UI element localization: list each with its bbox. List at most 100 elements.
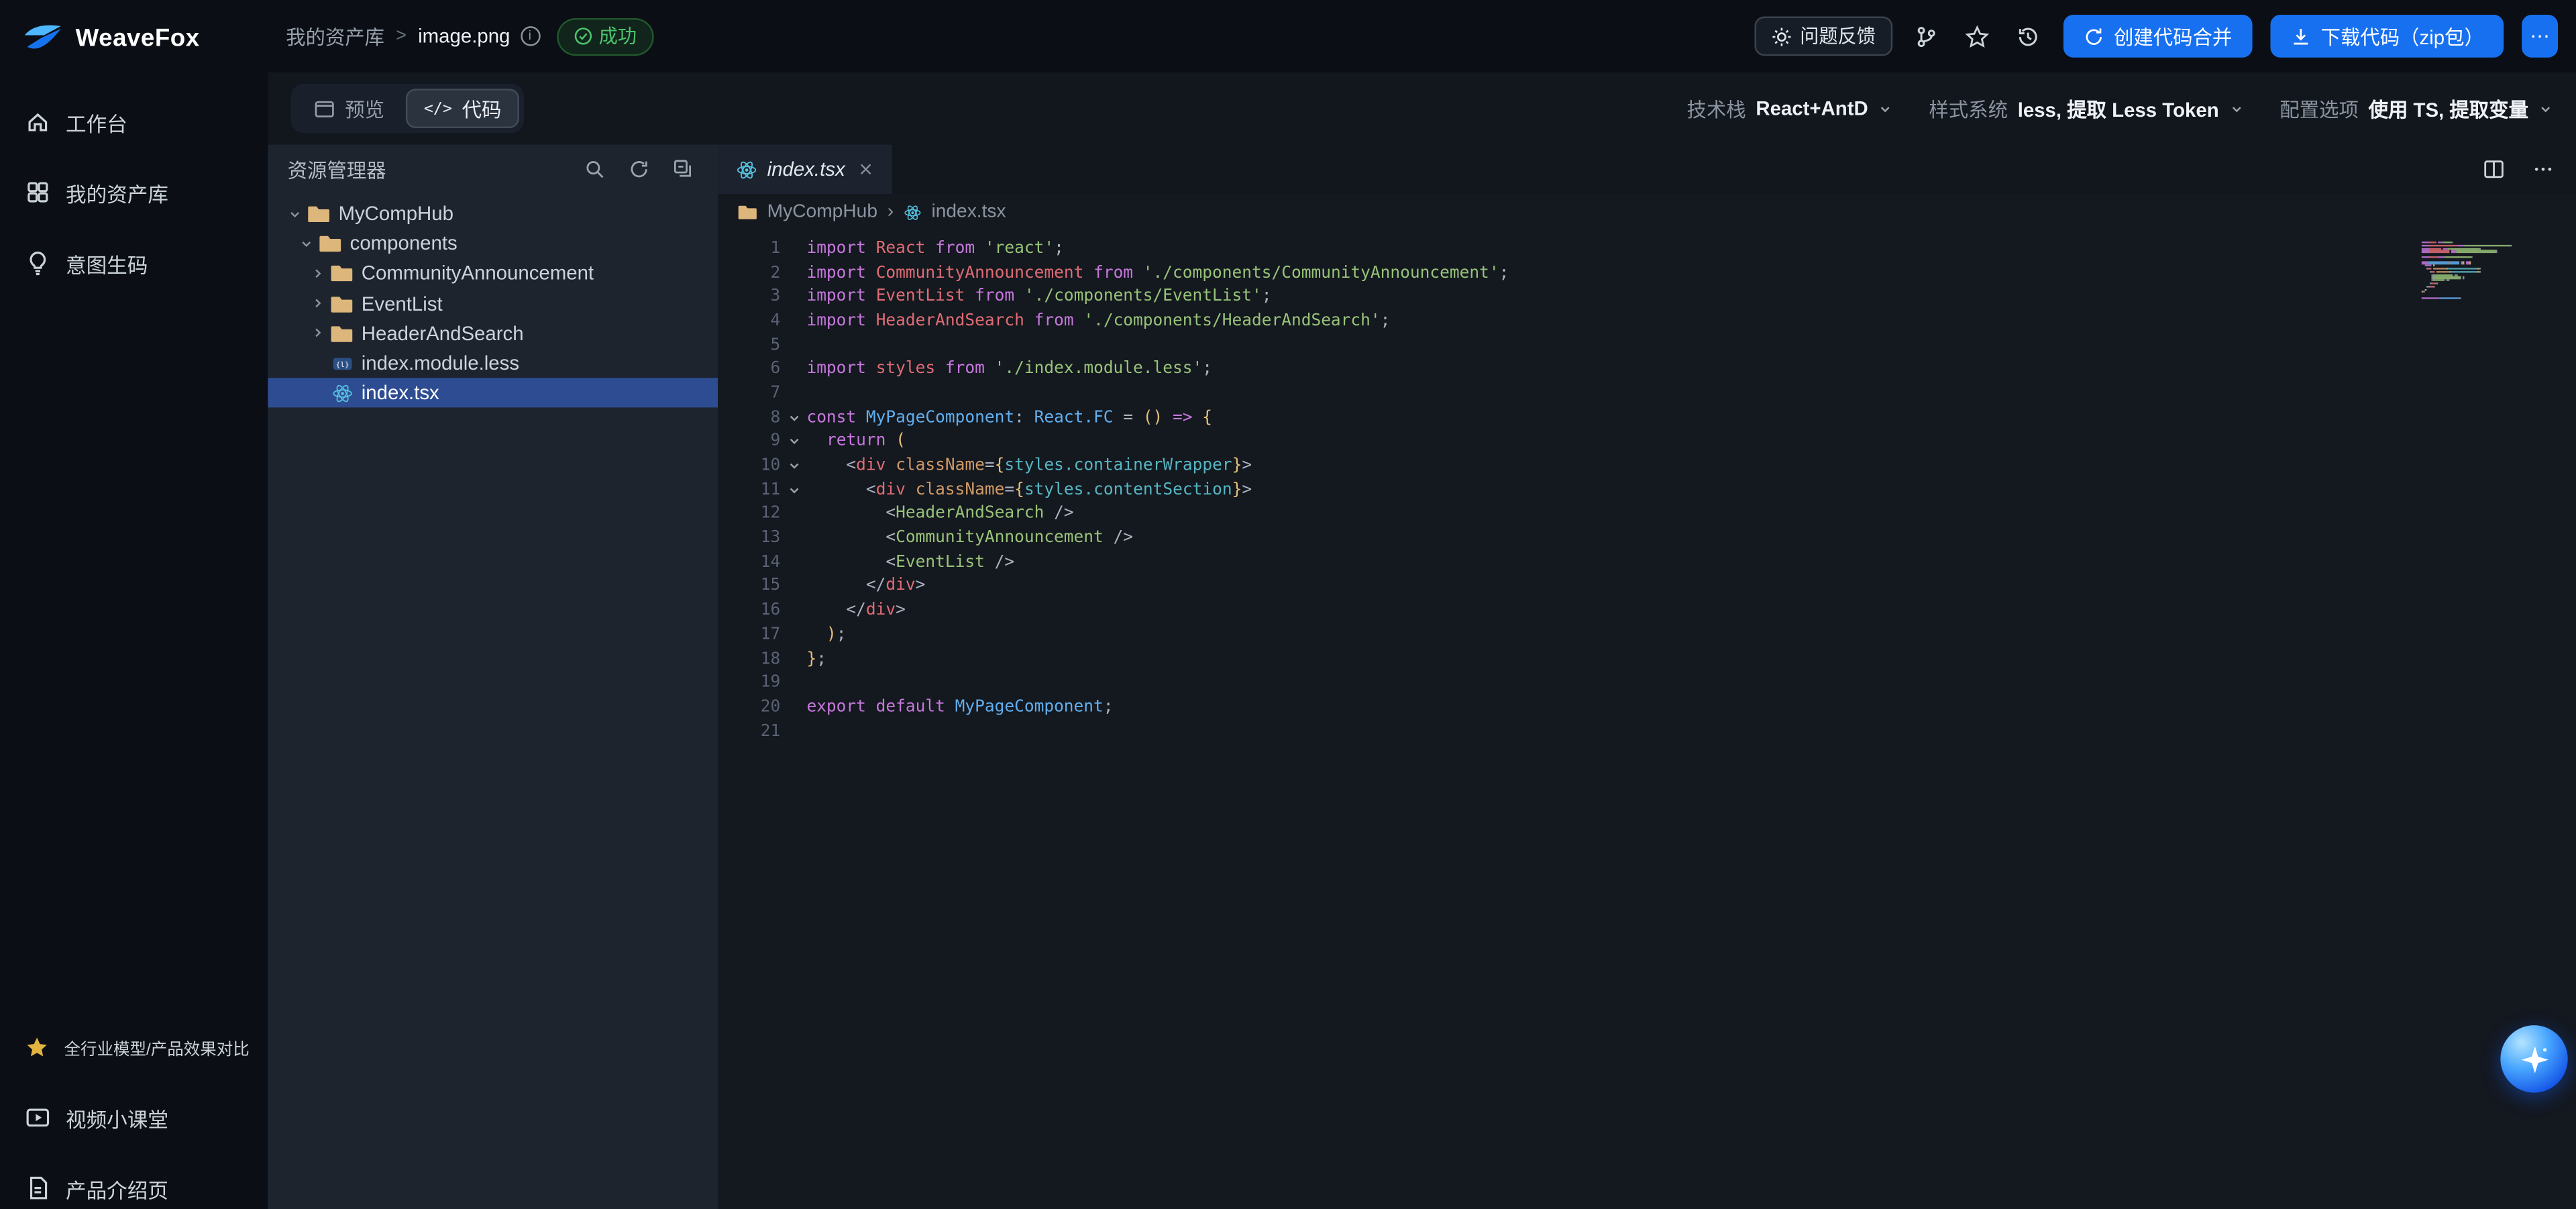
tree-item-label: components — [350, 232, 458, 255]
create-merge-button[interactable]: 创建代码合并 — [2063, 15, 2252, 58]
code-line-11[interactable]: 11 <div className={styles.contentSection… — [731, 478, 2576, 502]
ellipsis-icon[interactable] — [2527, 153, 2560, 186]
code-line-21[interactable]: 21 — [731, 719, 2576, 743]
code-text: import CommunityAnnouncement from './com… — [806, 264, 1509, 282]
code-line-10[interactable]: 10 <div className={styles.containerWrapp… — [731, 454, 2576, 478]
fold-chevron-icon[interactable] — [780, 434, 806, 449]
sidebar-item-assets[interactable]: 我的资产库 — [0, 160, 268, 225]
status-badge-label: 成功 — [599, 23, 637, 49]
tree-chevron-icon[interactable] — [284, 207, 306, 221]
tree-item-components[interactable]: components — [268, 229, 718, 259]
sidebar-item-model-compare[interactable]: 全行业模型/产品效果对比 — [0, 1014, 268, 1080]
search-files-icon[interactable] — [580, 154, 609, 184]
ai-assistant-button[interactable] — [2500, 1025, 2567, 1092]
line-number: 13 — [731, 529, 780, 547]
more-actions-button[interactable]: ⋯ — [2522, 15, 2558, 58]
tree-chevron-icon[interactable] — [307, 326, 329, 341]
code-text: }; — [806, 650, 826, 668]
line-number: 12 — [731, 505, 780, 523]
code-line-19[interactable]: 19 — [731, 671, 2576, 695]
tree-item-index.tsx[interactable]: index.tsx — [268, 378, 718, 409]
code-text: ); — [806, 626, 846, 644]
preview-tab[interactable]: 预览 — [296, 89, 402, 128]
window-icon — [314, 98, 335, 119]
explorer-title: 资源管理器 — [288, 155, 566, 183]
react-icon — [329, 382, 355, 404]
code-area[interactable]: 1import React from 'react';2import Commu… — [718, 230, 2576, 1209]
code-line-9[interactable]: 9 return ( — [731, 429, 2576, 454]
breadcrumb-filename[interactable]: index.tsx — [931, 202, 1006, 221]
editor-tabbar: index.tsx — [718, 145, 2576, 194]
sidebar-item-product-intro[interactable]: 产品介绍页 — [0, 1155, 268, 1209]
code-line-14[interactable]: 14 <EventList /> — [731, 550, 2576, 574]
style-system-select[interactable]: 样式系统 less, 提取 Less Token — [1929, 95, 2243, 123]
code-line-2[interactable]: 2import CommunityAnnouncement from './co… — [731, 261, 2576, 285]
line-number: 19 — [731, 674, 780, 692]
tab-index-tsx[interactable]: index.tsx — [718, 145, 892, 194]
fold-chevron-icon[interactable] — [780, 410, 806, 425]
code-line-17[interactable]: 17 ); — [731, 623, 2576, 647]
code-line-15[interactable]: 15 </div> — [731, 574, 2576, 598]
code-line-20[interactable]: 20export default MyPageComponent; — [731, 695, 2576, 719]
download-zip-button[interactable]: 下载代码（zip包） — [2270, 15, 2504, 58]
star-icon[interactable] — [1961, 19, 1994, 52]
react-icon — [904, 203, 922, 221]
tree-chevron-icon[interactable] — [307, 266, 329, 281]
code-tab[interactable]: </> 代码 — [406, 89, 519, 128]
breadcrumb-file: image.png — [418, 25, 510, 48]
line-number: 9 — [731, 433, 780, 451]
video-icon — [25, 1104, 51, 1131]
fold-chevron-icon[interactable] — [780, 458, 806, 473]
tree-chevron-icon[interactable] — [307, 296, 329, 311]
sidebar-item-video-class[interactable]: 视频小课堂 — [0, 1084, 268, 1150]
code-editor: index.tsx — [718, 145, 2576, 1209]
sidebar: WeaveFox 工作台 我的资产库 意图生码 — [0, 0, 268, 1209]
tree-item-label: HeaderAndSearch — [362, 322, 524, 345]
code-line-1[interactable]: 1import React from 'react'; — [731, 237, 2576, 261]
code-line-8[interactable]: 8const MyPageComponent: React.FC = () =>… — [731, 405, 2576, 429]
code-line-18[interactable]: 18}; — [731, 647, 2576, 671]
breadcrumb-root[interactable]: 我的资产库 — [286, 22, 384, 50]
logo-row[interactable]: WeaveFox — [0, 0, 268, 76]
sidebar-item-workbench[interactable]: 工作台 — [0, 89, 268, 154]
tree-item-EventList[interactable]: EventList — [268, 288, 718, 319]
collapse-all-icon[interactable] — [669, 154, 698, 184]
feedback-button[interactable]: 问题反馈 — [1754, 16, 1892, 56]
config-select[interactable]: 配置选项 使用 TS, 提取变量 — [2279, 95, 2553, 123]
code-line-3[interactable]: 3import EventList from './components/Eve… — [731, 285, 2576, 309]
code-line-12[interactable]: 12 <HeaderAndSearch /> — [731, 502, 2576, 526]
code-text: import styles from './index.module.less'… — [806, 360, 1212, 378]
react-icon — [736, 158, 757, 180]
info-icon[interactable]: i — [520, 26, 539, 46]
code-icon: </> — [424, 99, 452, 117]
breadcrumb-project[interactable]: MyCompHub — [767, 202, 877, 221]
git-branch-icon[interactable] — [1910, 19, 1943, 52]
code-line-4[interactable]: 4import HeaderAndSearch from './componen… — [731, 309, 2576, 333]
code-line-7[interactable]: 7 — [731, 381, 2576, 405]
tree-chevron-icon[interactable] — [296, 236, 317, 251]
minimap[interactable] — [2422, 242, 2527, 303]
tree-item-index.module.less[interactable]: {l}index.module.less — [268, 348, 718, 378]
tree-item-MyCompHub[interactable]: MyCompHub — [268, 199, 718, 229]
sidebar-item-label: 全行业模型/产品效果对比 — [64, 1035, 250, 1059]
sidebar-item-label: 意图生码 — [66, 248, 148, 279]
weavefox-logo — [21, 19, 64, 56]
split-editor-icon[interactable] — [2477, 153, 2510, 186]
sidebar-item-label: 产品介绍页 — [66, 1172, 168, 1204]
history-icon[interactable] — [2012, 19, 2045, 52]
tree-item-CommunityAnnouncement[interactable]: CommunityAnnouncement — [268, 258, 718, 288]
code-line-6[interactable]: 6import styles from './index.module.less… — [731, 358, 2576, 382]
refresh-icon[interactable] — [625, 154, 654, 184]
close-icon[interactable] — [858, 161, 874, 177]
tree-item-HeaderAndSearch[interactable]: HeaderAndSearch — [268, 318, 718, 348]
fold-chevron-icon[interactable] — [780, 482, 806, 497]
sidebar-item-intent-codegen[interactable]: 意图生码 — [0, 230, 268, 296]
file-explorer: 资源管理器 MyCompHub components CommunityAnnoun… — [268, 145, 718, 1209]
code-text: <EventList /> — [806, 554, 1014, 572]
tech-stack-select[interactable]: 技术栈 React+AntD — [1686, 95, 1892, 123]
create-merge-label: 创建代码合并 — [2114, 22, 2232, 50]
code-line-13[interactable]: 13 <CommunityAnnouncement /> — [731, 526, 2576, 550]
less-icon: {l} — [329, 352, 355, 374]
code-line-5[interactable]: 5 — [731, 333, 2576, 358]
code-line-16[interactable]: 16 </div> — [731, 598, 2576, 623]
